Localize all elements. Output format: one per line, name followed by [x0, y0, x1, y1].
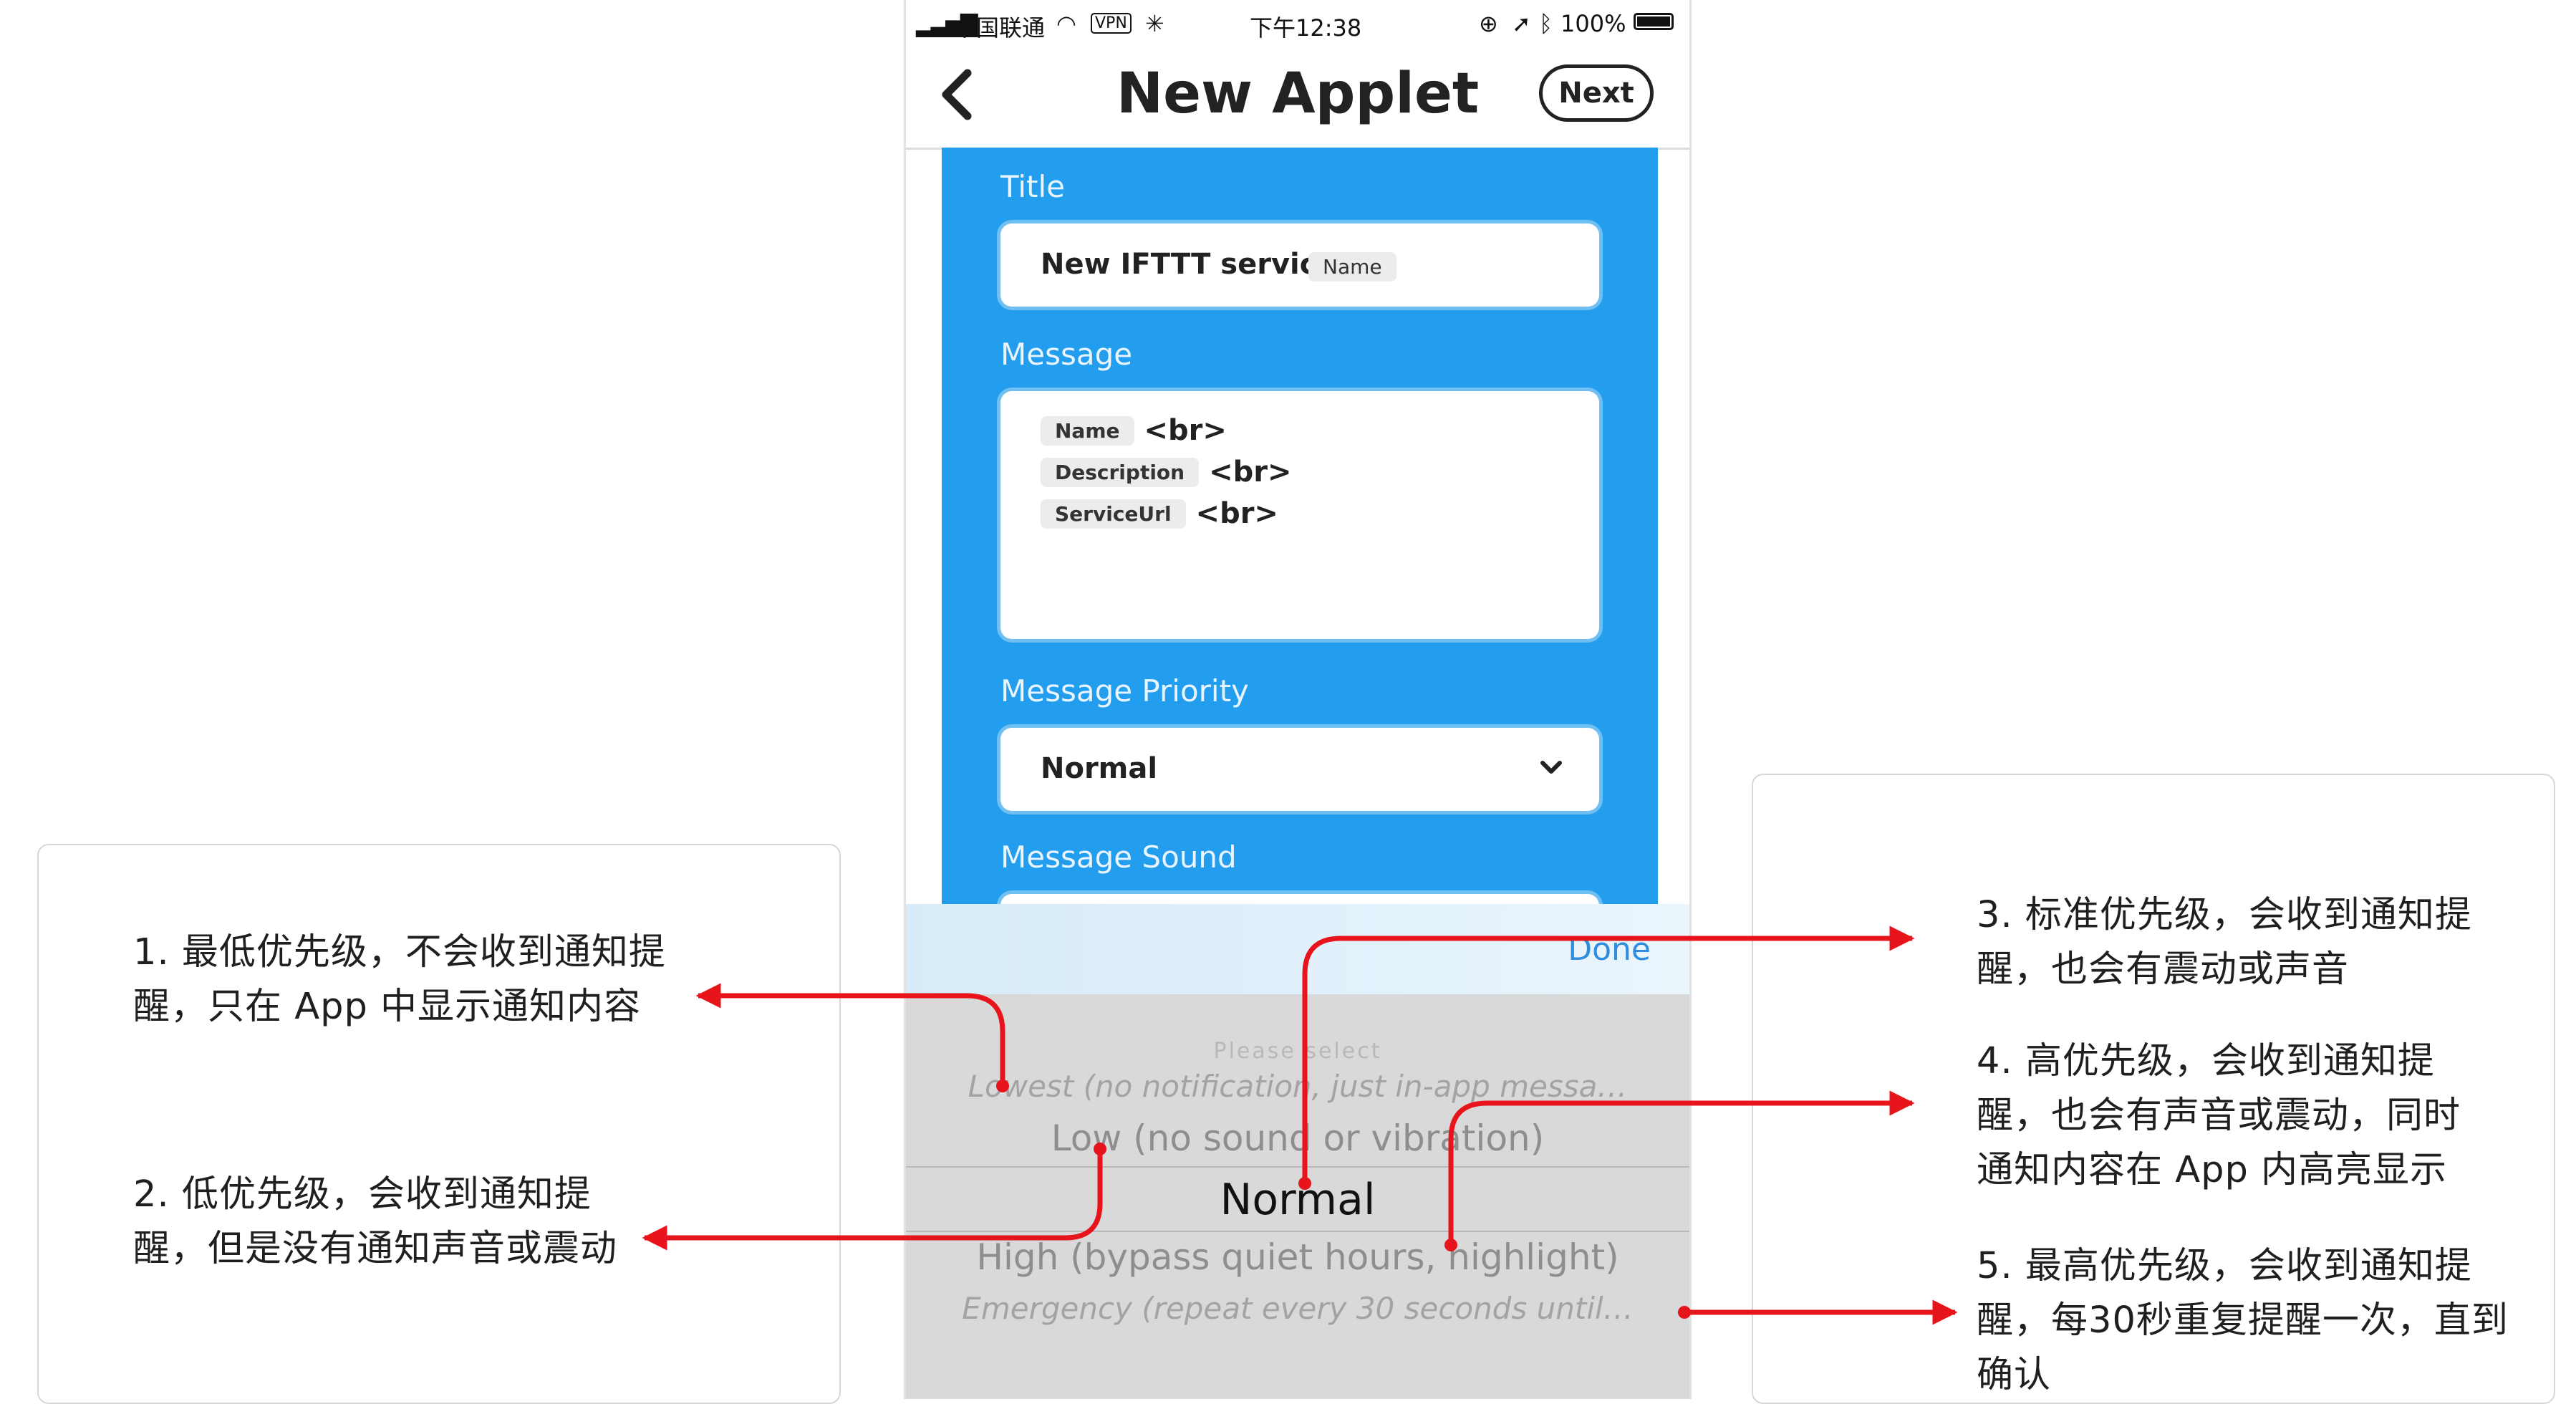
arrow-1-dot [996, 1080, 1009, 1092]
arrow-2-dot [1094, 1143, 1106, 1155]
annotation-arrows [642, 925, 1958, 1325]
arrow-4 [1448, 1090, 1915, 1245]
arrow-3-dot [1298, 1177, 1311, 1190]
arrow-2 [642, 1149, 1103, 1251]
arrow-4-dot [1444, 1239, 1457, 1251]
arrow-5-dot [1678, 1306, 1691, 1319]
arrow-1 [695, 983, 1005, 1086]
arrow-3 [1302, 925, 1915, 1183]
